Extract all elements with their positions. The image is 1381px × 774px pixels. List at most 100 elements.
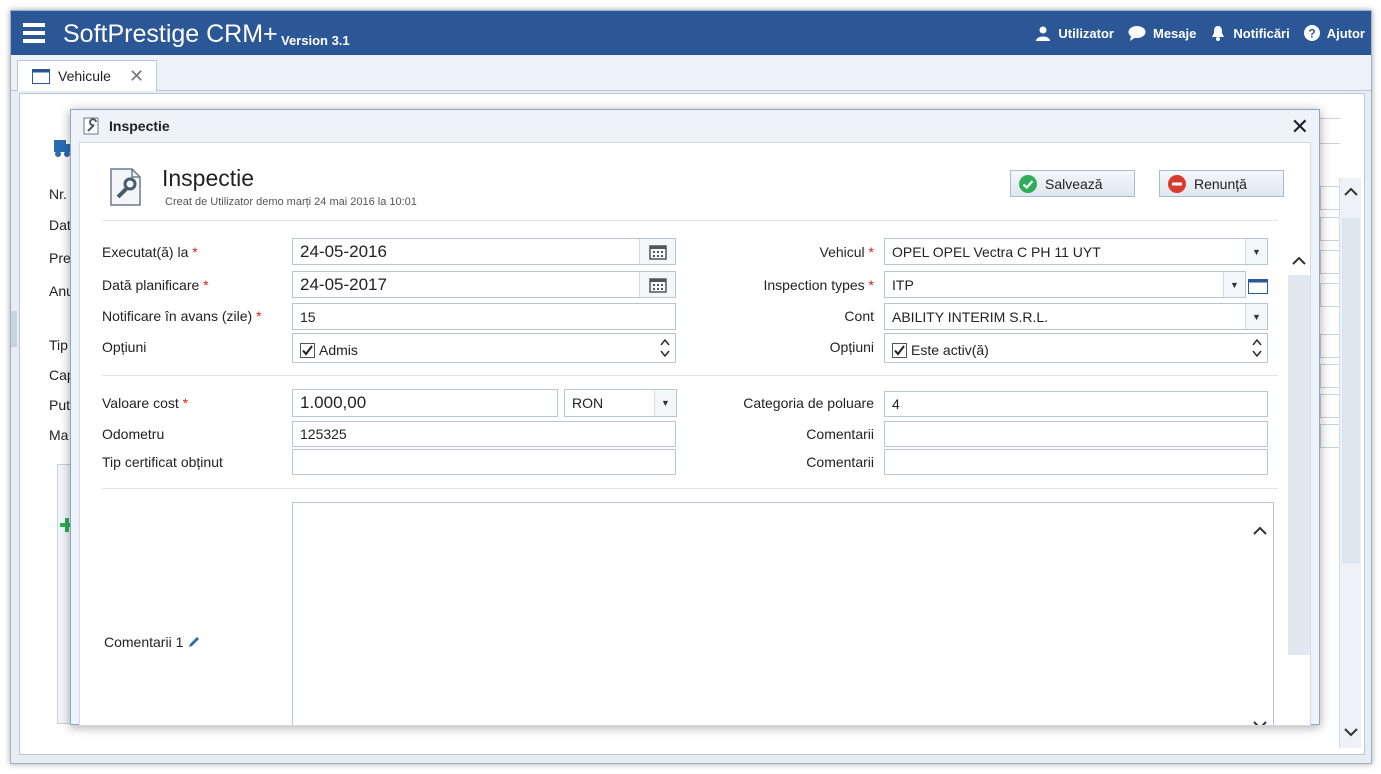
bg-field	[1320, 250, 1340, 274]
nav-label: Utilizator	[1058, 25, 1114, 41]
executat-date-field[interactable]: 24-05-2016	[292, 238, 676, 265]
nav-ajutor[interactable]: ? Ajutor	[1303, 25, 1365, 41]
window-icon	[32, 69, 50, 84]
field-value: 125325	[300, 426, 347, 442]
chevron-up-icon[interactable]	[1253, 525, 1267, 535]
bg-field	[1320, 217, 1340, 241]
nav-mesaje[interactable]: Mesaje	[1128, 25, 1196, 41]
inspection-types-select[interactable]: ITP ▼	[884, 271, 1246, 298]
chevron-down-icon[interactable]	[1344, 728, 1358, 738]
valoare-cost-input[interactable]: 1.000,00	[292, 389, 558, 417]
bg-field	[1320, 364, 1340, 388]
divider	[102, 220, 1278, 221]
dropdown-arrow-icon[interactable]: ▼	[1245, 239, 1267, 264]
bg-field	[1320, 394, 1340, 418]
optiuni-right-list[interactable]: Este activ(ă)	[884, 333, 1268, 363]
user-icon	[1036, 26, 1051, 41]
bg-field	[1320, 186, 1340, 210]
comentarii-label: Comentarii	[806, 454, 874, 470]
comentarii1-label: Comentarii 1	[104, 634, 201, 650]
dropdown-arrow-icon[interactable]: ▼	[1223, 272, 1245, 297]
nav-label: Ajutor	[1326, 25, 1365, 41]
chevron-up-icon[interactable]	[660, 338, 670, 346]
cancel-label: Renunță	[1194, 175, 1247, 192]
side-collapse-handle[interactable]	[11, 311, 17, 347]
odometru-input[interactable]: 125325	[292, 421, 676, 447]
divider	[102, 375, 1278, 376]
chevron-down-icon[interactable]	[1252, 350, 1262, 358]
spin-control[interactable]	[1247, 338, 1267, 358]
chat-icon	[1128, 26, 1146, 41]
bg-label: Ma	[49, 427, 69, 443]
chevron-up-icon[interactable]	[1292, 255, 1306, 265]
nav-label: Notificări	[1233, 25, 1290, 41]
close-icon[interactable]: ✕	[129, 67, 144, 85]
scroll-thumb[interactable]	[1342, 218, 1360, 563]
tip-certificat-input[interactable]	[292, 449, 676, 475]
inspection-icon	[110, 168, 141, 206]
chevron-down-icon[interactable]	[1253, 721, 1267, 726]
dialog-scrollbar[interactable]	[1288, 235, 1310, 725]
bg-label: Pre	[49, 250, 71, 266]
chevron-up-icon[interactable]	[1344, 186, 1358, 196]
calendar-icon[interactable]	[639, 239, 675, 264]
dialog-titlebar[interactable]: Inspectie	[71, 110, 1319, 142]
dropdown-arrow-icon[interactable]: ▼	[654, 390, 676, 416]
app-window: SoftPrestige CRM+ Version 3.1 Utilizator…	[10, 10, 1372, 764]
help-icon: ?	[1303, 25, 1320, 41]
save-button[interactable]: Salvează	[1010, 170, 1135, 197]
window-icon[interactable]	[1248, 278, 1268, 294]
comentarii-label: Comentarii	[806, 426, 874, 442]
menu-icon[interactable]	[23, 23, 45, 43]
planificare-date-field[interactable]: 24-05-2017	[292, 271, 676, 298]
nav-notificari[interactable]: Notificări	[1210, 25, 1290, 41]
field-value: 24-05-2017	[300, 274, 387, 294]
chevron-down-icon[interactable]	[660, 350, 670, 358]
nav-utilizator[interactable]: Utilizator	[1035, 25, 1114, 41]
bg-label: Nr.	[49, 186, 67, 202]
notificare-input[interactable]: 15	[292, 303, 676, 330]
planificare-label: Dată planificare *	[102, 277, 209, 293]
este-activ-checkbox[interactable]	[892, 342, 907, 358]
scroll-track[interactable]	[1288, 275, 1310, 655]
textarea-scrollbar[interactable]	[1247, 503, 1273, 726]
executat-label: Executat(ă) la *	[102, 244, 198, 260]
inspectie-dialog: Inspectie ✕ Inspectie Creat de Utilizato…	[70, 109, 1320, 726]
tab-vehicule[interactable]: Vehicule ✕	[17, 60, 157, 91]
field-value: OPEL OPEL Vectra C PH 11 UYT	[892, 243, 1101, 260]
comentarii-input[interactable]	[884, 449, 1268, 475]
svg-text:?: ?	[1308, 27, 1315, 41]
currency-select[interactable]: RON ▼	[564, 389, 677, 417]
chevron-up-icon[interactable]	[1252, 338, 1262, 346]
valoare-cost-label: Valoare cost *	[102, 395, 189, 411]
field-value: 4	[892, 396, 900, 412]
comentarii1-textarea[interactable]	[292, 502, 1274, 726]
optiuni-right-label: Opțiuni	[829, 339, 874, 355]
categoria-poluare-input[interactable]: 4	[884, 391, 1268, 417]
page-scrollbar[interactable]	[1339, 178, 1361, 748]
spin-control[interactable]	[655, 338, 675, 358]
admis-checkbox[interactable]	[300, 342, 315, 358]
pencil-icon[interactable]	[187, 635, 201, 649]
divider	[102, 488, 1278, 489]
cont-label: Cont	[844, 308, 874, 324]
optiuni-left-list[interactable]: Admis	[292, 333, 676, 363]
dropdown-arrow-icon[interactable]: ▼	[1245, 304, 1267, 329]
cancel-button[interactable]: Renunță	[1159, 170, 1284, 197]
check-circle-icon	[1019, 174, 1037, 193]
cont-select[interactable]: ABILITY INTERIM S.R.L. ▼	[884, 303, 1268, 330]
notificare-label: Notificare în avans (zile) *	[102, 308, 262, 324]
wrench-icon	[83, 117, 99, 135]
field-value: ABILITY INTERIM S.R.L.	[892, 308, 1049, 325]
vehicul-select[interactable]: OPEL OPEL Vectra C PH 11 UYT ▼	[884, 238, 1268, 265]
bg-label: Dat	[49, 217, 71, 233]
minus-circle-icon	[1168, 174, 1186, 193]
comentarii-input[interactable]	[884, 421, 1268, 447]
save-label: Salvează	[1045, 175, 1103, 192]
dialog-body: Inspectie Creat de Utilizator demo marți…	[79, 142, 1311, 726]
tab-strip: Vehicule ✕	[11, 55, 1371, 91]
close-icon[interactable]: ✕	[1291, 114, 1309, 140]
dialog-title: Inspectie	[109, 118, 170, 134]
calendar-icon[interactable]	[639, 272, 675, 297]
field-value: 1.000,00	[300, 393, 367, 412]
